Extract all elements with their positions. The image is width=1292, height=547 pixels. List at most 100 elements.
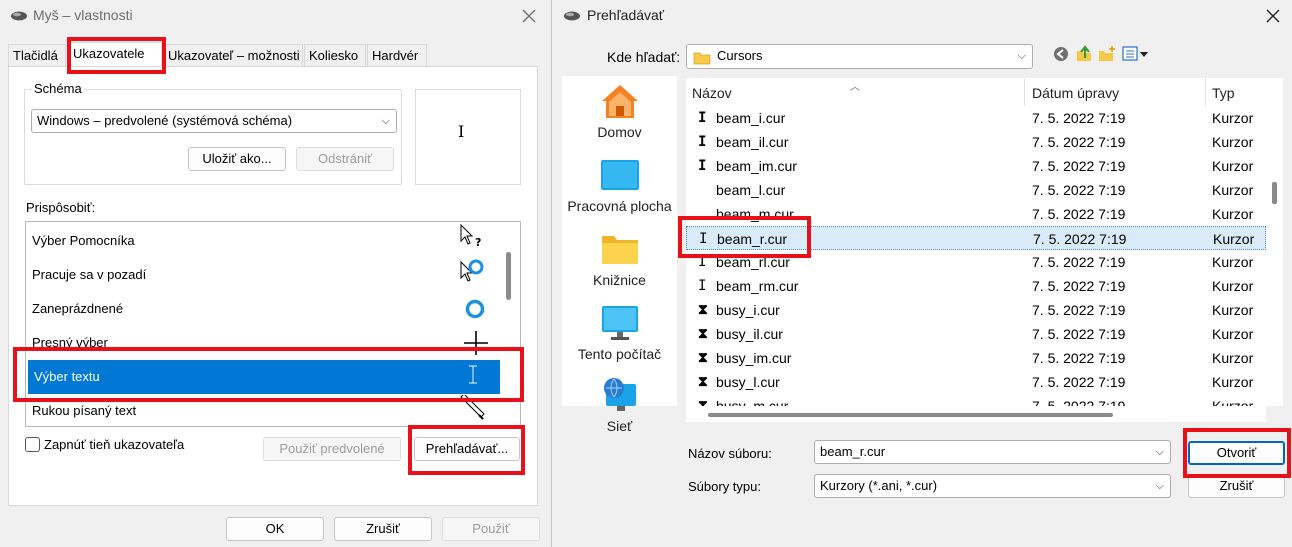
cursor-file-icon: I	[698, 254, 707, 270]
desktop-icon	[600, 156, 640, 194]
folder-icon	[693, 50, 711, 65]
chevron-down-icon: ⌵	[381, 115, 390, 127]
hourglass-icon: ⧗	[698, 302, 708, 318]
cursor-file-icon: I	[698, 110, 707, 126]
text-select-cursor-preview-icon: I	[458, 122, 465, 141]
table-row[interactable]: ⧗ busy_il.cur 7. 5. 2022 7:19 Kurzor	[686, 322, 1266, 346]
view-menu-icon[interactable]	[1122, 46, 1150, 62]
libraries-icon	[600, 230, 640, 268]
chevron-down-icon: ⌵	[1155, 480, 1164, 492]
place-home[interactable]: Domov	[562, 82, 677, 140]
table-row[interactable]: ⧗ busy_l.cur 7. 5. 2022 7:19 Kurzor	[686, 370, 1266, 394]
table-row[interactable]: Ibeam_il.cur 7. 5. 2022 7:19 Kurzor	[686, 130, 1266, 154]
scheme-value: Windows – predvolené (systémová schéma)	[37, 113, 293, 128]
save-as-button[interactable]: Uložiť ako...	[188, 147, 286, 171]
list-item[interactable]: Presný výber	[26, 326, 502, 360]
place-network[interactable]: Sieť	[562, 376, 677, 434]
open-button[interactable]: Otvoriť	[1188, 441, 1285, 465]
delete-button[interactable]: Odstrániť	[296, 147, 394, 171]
cursor-list[interactable]: Výber Pomocníka ? Pracuje sa v pozadí Za…	[25, 221, 521, 427]
cursor-file-icon: I	[698, 278, 707, 294]
tab-pointers[interactable]: Ukazovatele	[68, 42, 162, 66]
table-row[interactable]: Ibeam_i.cur 7. 5. 2022 7:19 Kurzor	[686, 106, 1266, 130]
place-libraries[interactable]: Knižnice	[562, 230, 677, 288]
cursor-preview: I	[415, 89, 521, 185]
network-icon	[600, 376, 640, 414]
table-row[interactable]: Ibeam_im.cur 7. 5. 2022 7:19 Kurzor	[686, 154, 1266, 178]
text-select-cursor-icon	[466, 364, 480, 386]
look-in-value: Cursors	[717, 48, 763, 63]
table-row[interactable]: Ibeam_rl.cur 7. 5. 2022 7:19 Kurzor	[686, 250, 1266, 274]
shadow-checkbox-label: Zapnúť tieň ukazovateľa	[44, 437, 185, 452]
mouse-icon	[10, 10, 28, 22]
tab-strip: Tlačidlá Ukazovatele Ukazovateľ – možnos…	[8, 42, 538, 66]
column-header-type[interactable]: Typ	[1206, 78, 1266, 106]
filename-input[interactable]: beam_r.cur ⌵	[814, 440, 1171, 464]
tab-buttons[interactable]: Tlačidlá	[8, 44, 66, 66]
sort-arrow-icon: ︿	[850, 82, 860, 93]
browse-button[interactable]: Prehľadávať...	[414, 437, 520, 461]
chevron-down-icon: ⌵	[1017, 50, 1026, 62]
cancel-button[interactable]: Zrušiť	[334, 517, 432, 541]
window-title: Myš – vlastnosti	[33, 7, 133, 23]
close-icon[interactable]	[519, 6, 539, 26]
up-folder-icon[interactable]	[1075, 45, 1093, 63]
shadow-checkbox[interactable]	[25, 437, 40, 452]
table-row[interactable]: Ibeam_rm.cur 7. 5. 2022 7:19 Kurzor	[686, 274, 1266, 298]
table-row-selected[interactable]: Ibeam_r.cur 7. 5. 2022 7:19 Kurzor	[686, 226, 1266, 250]
chevron-down-icon: ⌵	[1155, 446, 1164, 458]
apply-button[interactable]: Použiť	[442, 517, 540, 541]
table-row[interactable]: ⧗ busy_m.cur 7. 5. 2022 7:19 Kurzor	[686, 394, 1266, 406]
use-default-button[interactable]: Použiť predvolené	[263, 437, 401, 461]
table-row[interactable]: ⧗ busy_i.cur 7. 5. 2022 7:19 Kurzor	[686, 298, 1266, 322]
ok-button[interactable]: OK	[226, 517, 324, 541]
tab-hardware[interactable]: Hardvér	[367, 44, 427, 66]
scrollbar-thumb[interactable]	[1272, 182, 1277, 204]
table-row[interactable]: beam_l.cur 7. 5. 2022 7:19 Kurzor	[686, 178, 1266, 202]
list-item[interactable]: Rukou písaný text	[26, 394, 502, 426]
hourglass-icon: ⧗	[698, 374, 708, 390]
list-item-selected[interactable]: Výber textu	[28, 360, 500, 394]
filename-label: Názov súboru:	[688, 446, 772, 461]
customize-label: Prispôsobiť:	[26, 200, 96, 215]
list-item[interactable]: Výber Pomocníka	[26, 224, 502, 258]
table-row[interactable]: ⧗ busy_im.cur 7. 5. 2022 7:19 Kurzor	[686, 346, 1266, 370]
mouse-icon	[563, 10, 581, 22]
filetype-dropdown[interactable]: Kurzory (*.ani, *.cur) ⌵	[814, 474, 1171, 498]
list-item[interactable]: Pracuje sa v pozadí	[26, 258, 502, 292]
vertical-scrollbar[interactable]	[1266, 78, 1283, 406]
tab-wheel[interactable]: Koliesko	[304, 44, 366, 66]
home-icon	[600, 82, 640, 120]
horizontal-scrollbar[interactable]	[686, 406, 1266, 422]
tab-pointer-options[interactable]: Ukazovateľ – možnosti	[163, 44, 303, 66]
look-in-dropdown[interactable]: Cursors ⌵	[686, 44, 1033, 69]
hourglass-icon: ⧗	[698, 398, 708, 406]
hourglass-icon: ⧗	[698, 350, 708, 366]
new-folder-icon[interactable]	[1098, 45, 1116, 63]
scrollbar-thumb[interactable]	[506, 252, 511, 300]
mouse-properties-window: Myš – vlastnosti Tlačidlá Ukazovatele Uk…	[0, 0, 552, 547]
browse-dialog: Prehľadávať Kde hľadať: Cursors ⌵ Domov	[553, 0, 1292, 547]
back-icon[interactable]	[1053, 46, 1069, 62]
handwriting-cursor-icon	[459, 393, 487, 421]
hourglass-icon: ⧗	[698, 326, 708, 342]
close-icon[interactable]	[1263, 6, 1283, 26]
file-list[interactable]: Názov ︿ Dátum úpravy Typ Ibeam_i.cur 7. 5…	[686, 78, 1266, 406]
busy-cursor-icon	[464, 299, 486, 321]
place-this-pc[interactable]: Tento počítač	[562, 304, 677, 362]
look-in-label: Kde hľadať:	[607, 49, 681, 65]
scheme-dropdown[interactable]: Windows – predvolené (systémová schéma) …	[31, 109, 397, 133]
table-row[interactable]: beam_m.cur 7. 5. 2022 7:19 Kurzor	[686, 202, 1266, 226]
column-header-date[interactable]: Dátum úpravy	[1026, 78, 1206, 106]
scrollbar-thumb[interactable]	[708, 413, 1113, 417]
place-desktop[interactable]: Pracovná plocha	[562, 156, 677, 214]
dialog-title: Prehľadávať	[587, 7, 665, 23]
list-item[interactable]: Zaneprázdnené	[26, 292, 502, 326]
cursor-file-icon: I	[698, 158, 707, 174]
places-bar: Domov Pracovná plocha Knižnice Tento poč…	[562, 76, 677, 434]
svg-text:?: ?	[475, 236, 481, 249]
help-select-cursor-icon: ?	[459, 223, 485, 250]
precision-select-cursor-icon	[463, 330, 489, 356]
filetype-label: Súbory typu:	[688, 479, 761, 494]
cancel-button[interactable]: Zrušiť	[1188, 474, 1285, 498]
